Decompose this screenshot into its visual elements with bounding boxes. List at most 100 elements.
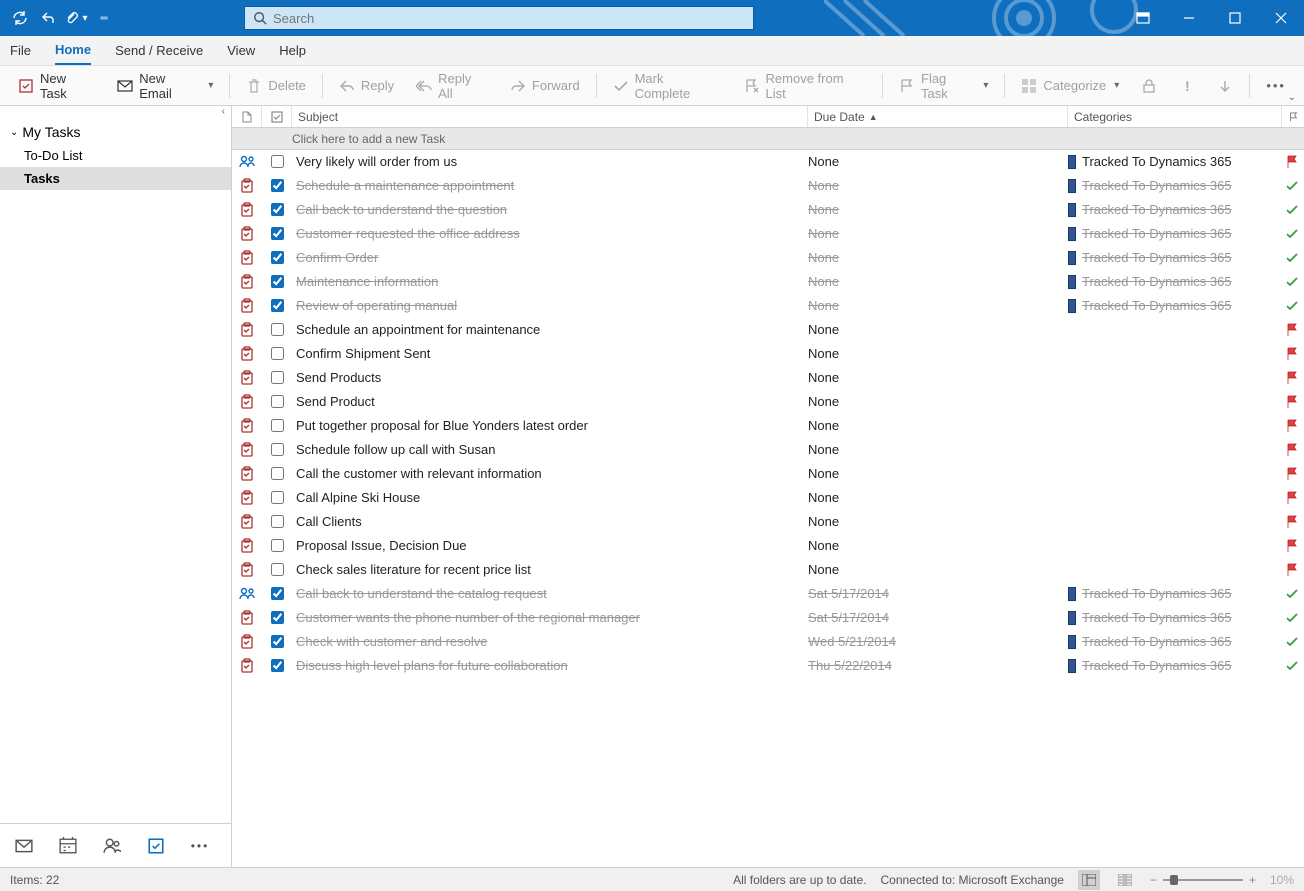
task-row[interactable]: Call back to understand the questionNone… <box>232 198 1304 222</box>
task-complete-checkbox[interactable] <box>262 227 292 240</box>
mail-nav-icon[interactable] <box>14 836 34 856</box>
task-row[interactable]: Send ProductsNone <box>232 366 1304 390</box>
complete-check-icon[interactable] <box>1280 299 1304 313</box>
task-complete-checkbox[interactable] <box>262 635 292 648</box>
people-nav-icon[interactable] <box>102 836 122 856</box>
column-complete-icon[interactable] <box>262 106 292 127</box>
task-list[interactable]: Very likely will order from usNoneTracke… <box>232 150 1304 867</box>
remove-from-list-button[interactable]: Remove from List <box>734 70 877 102</box>
tasks-nav-icon[interactable] <box>146 836 166 856</box>
menu-help[interactable]: Help <box>279 36 306 65</box>
task-complete-checkbox[interactable] <box>262 179 292 192</box>
task-row[interactable]: Check sales literature for recent price … <box>232 558 1304 582</box>
flag-icon[interactable] <box>1280 371 1304 385</box>
zoom-in-icon[interactable]: + <box>1249 873 1256 887</box>
view-reading-icon[interactable] <box>1114 870 1136 890</box>
task-complete-checkbox[interactable] <box>262 251 292 264</box>
column-type-icon[interactable] <box>232 106 262 127</box>
flag-icon[interactable] <box>1280 467 1304 481</box>
task-complete-checkbox[interactable] <box>262 515 292 528</box>
task-complete-checkbox[interactable] <box>262 539 292 552</box>
reply-button[interactable]: Reply <box>329 70 404 102</box>
menu-view[interactable]: View <box>227 36 255 65</box>
task-row[interactable]: Confirm Shipment SentNone <box>232 342 1304 366</box>
task-complete-checkbox[interactable] <box>262 371 292 384</box>
task-complete-checkbox[interactable] <box>262 155 292 168</box>
task-complete-checkbox[interactable] <box>262 491 292 504</box>
ribbon-collapse-icon[interactable]: ⌄ <box>1288 92 1296 103</box>
categorize-button[interactable]: Categorize▾ <box>1011 70 1129 102</box>
nav-more-icon[interactable]: ••• <box>190 836 210 856</box>
task-complete-checkbox[interactable] <box>262 587 292 600</box>
flag-icon[interactable] <box>1280 323 1304 337</box>
menu-file[interactable]: File <box>10 36 31 65</box>
task-complete-checkbox[interactable] <box>262 275 292 288</box>
complete-check-icon[interactable] <box>1280 587 1304 601</box>
task-row[interactable]: Schedule a maintenance appointmentNoneTr… <box>232 174 1304 198</box>
maximize-button[interactable] <box>1212 0 1258 36</box>
task-complete-checkbox[interactable] <box>262 203 292 216</box>
task-row[interactable]: Call ClientsNone <box>232 510 1304 534</box>
new-task-button[interactable]: New Task <box>8 70 105 102</box>
task-row[interactable]: Call the customer with relevant informat… <box>232 462 1304 486</box>
task-complete-checkbox[interactable] <box>262 395 292 408</box>
zoom-slider[interactable]: − + <box>1150 873 1256 887</box>
qat-customize-icon[interactable]: ═ <box>92 6 116 30</box>
task-row[interactable]: Check with customer and resolveWed 5/21/… <box>232 630 1304 654</box>
flag-icon[interactable] <box>1280 491 1304 505</box>
private-button[interactable] <box>1131 70 1167 102</box>
complete-check-icon[interactable] <box>1280 611 1304 625</box>
zoom-thumb[interactable] <box>1170 875 1178 885</box>
reply-all-button[interactable]: Reply All <box>406 70 498 102</box>
flag-icon[interactable] <box>1280 443 1304 457</box>
zoom-track[interactable] <box>1163 879 1243 881</box>
ribbon-display-options-icon[interactable] <box>1120 0 1166 36</box>
complete-check-icon[interactable] <box>1280 659 1304 673</box>
task-complete-checkbox[interactable] <box>262 443 292 456</box>
close-button[interactable] <box>1258 0 1304 36</box>
task-row[interactable]: Call Alpine Ski HouseNone <box>232 486 1304 510</box>
task-row[interactable]: Customer wants the phone number of the r… <box>232 606 1304 630</box>
task-row[interactable]: Review of operating manualNoneTracked To… <box>232 294 1304 318</box>
complete-check-icon[interactable] <box>1280 203 1304 217</box>
task-row[interactable]: Very likely will order from usNoneTracke… <box>232 150 1304 174</box>
flag-task-button[interactable]: Flag Task▾ <box>889 70 998 102</box>
nav-item-to-do-list[interactable]: To-Do List <box>0 144 231 167</box>
complete-check-icon[interactable] <box>1280 179 1304 193</box>
task-row[interactable]: Maintenance informationNoneTracked To Dy… <box>232 270 1304 294</box>
task-complete-checkbox[interactable] <box>262 299 292 312</box>
undo-icon[interactable] <box>36 6 60 30</box>
task-row[interactable]: Proposal Issue, Decision DueNone <box>232 534 1304 558</box>
task-row[interactable]: Call back to understand the catalog requ… <box>232 582 1304 606</box>
minimize-button[interactable] <box>1166 0 1212 36</box>
delete-button[interactable]: Delete <box>236 70 316 102</box>
high-importance-button[interactable]: ! <box>1169 70 1205 102</box>
search-box[interactable] <box>244 6 754 30</box>
flag-icon[interactable] <box>1280 419 1304 433</box>
flag-icon[interactable] <box>1280 539 1304 553</box>
low-importance-button[interactable] <box>1207 70 1243 102</box>
task-row[interactable]: Confirm OrderNoneTracked To Dynamics 365 <box>232 246 1304 270</box>
nav-item-tasks[interactable]: Tasks <box>0 167 231 190</box>
nav-my-tasks-header[interactable]: ⌄My Tasks <box>0 120 231 144</box>
forward-button[interactable]: Forward <box>500 70 590 102</box>
task-row[interactable]: Send ProductNone <box>232 390 1304 414</box>
task-complete-checkbox[interactable] <box>262 563 292 576</box>
sync-icon[interactable] <box>8 6 32 30</box>
task-complete-checkbox[interactable] <box>262 347 292 360</box>
task-row[interactable]: Schedule follow up call with SusanNone <box>232 438 1304 462</box>
task-row[interactable]: Customer requested the office addressNon… <box>232 222 1304 246</box>
task-row[interactable]: Schedule an appointment for maintenanceN… <box>232 318 1304 342</box>
complete-check-icon[interactable] <box>1280 635 1304 649</box>
new-task-row[interactable]: Click here to add a new Task <box>232 128 1304 150</box>
task-complete-checkbox[interactable] <box>262 419 292 432</box>
zoom-out-icon[interactable]: − <box>1150 873 1157 887</box>
attachment-dropdown-icon[interactable]: ▾ <box>64 6 88 30</box>
menu-send-receive[interactable]: Send / Receive <box>115 36 203 65</box>
calendar-nav-icon[interactable] <box>58 836 78 856</box>
task-row[interactable]: Discuss high level plans for future coll… <box>232 654 1304 678</box>
new-email-button[interactable]: New Email▾ <box>107 70 223 102</box>
task-complete-checkbox[interactable] <box>262 467 292 480</box>
view-normal-icon[interactable] <box>1078 870 1100 890</box>
column-due-date[interactable]: Due Date▲ <box>808 106 1068 127</box>
